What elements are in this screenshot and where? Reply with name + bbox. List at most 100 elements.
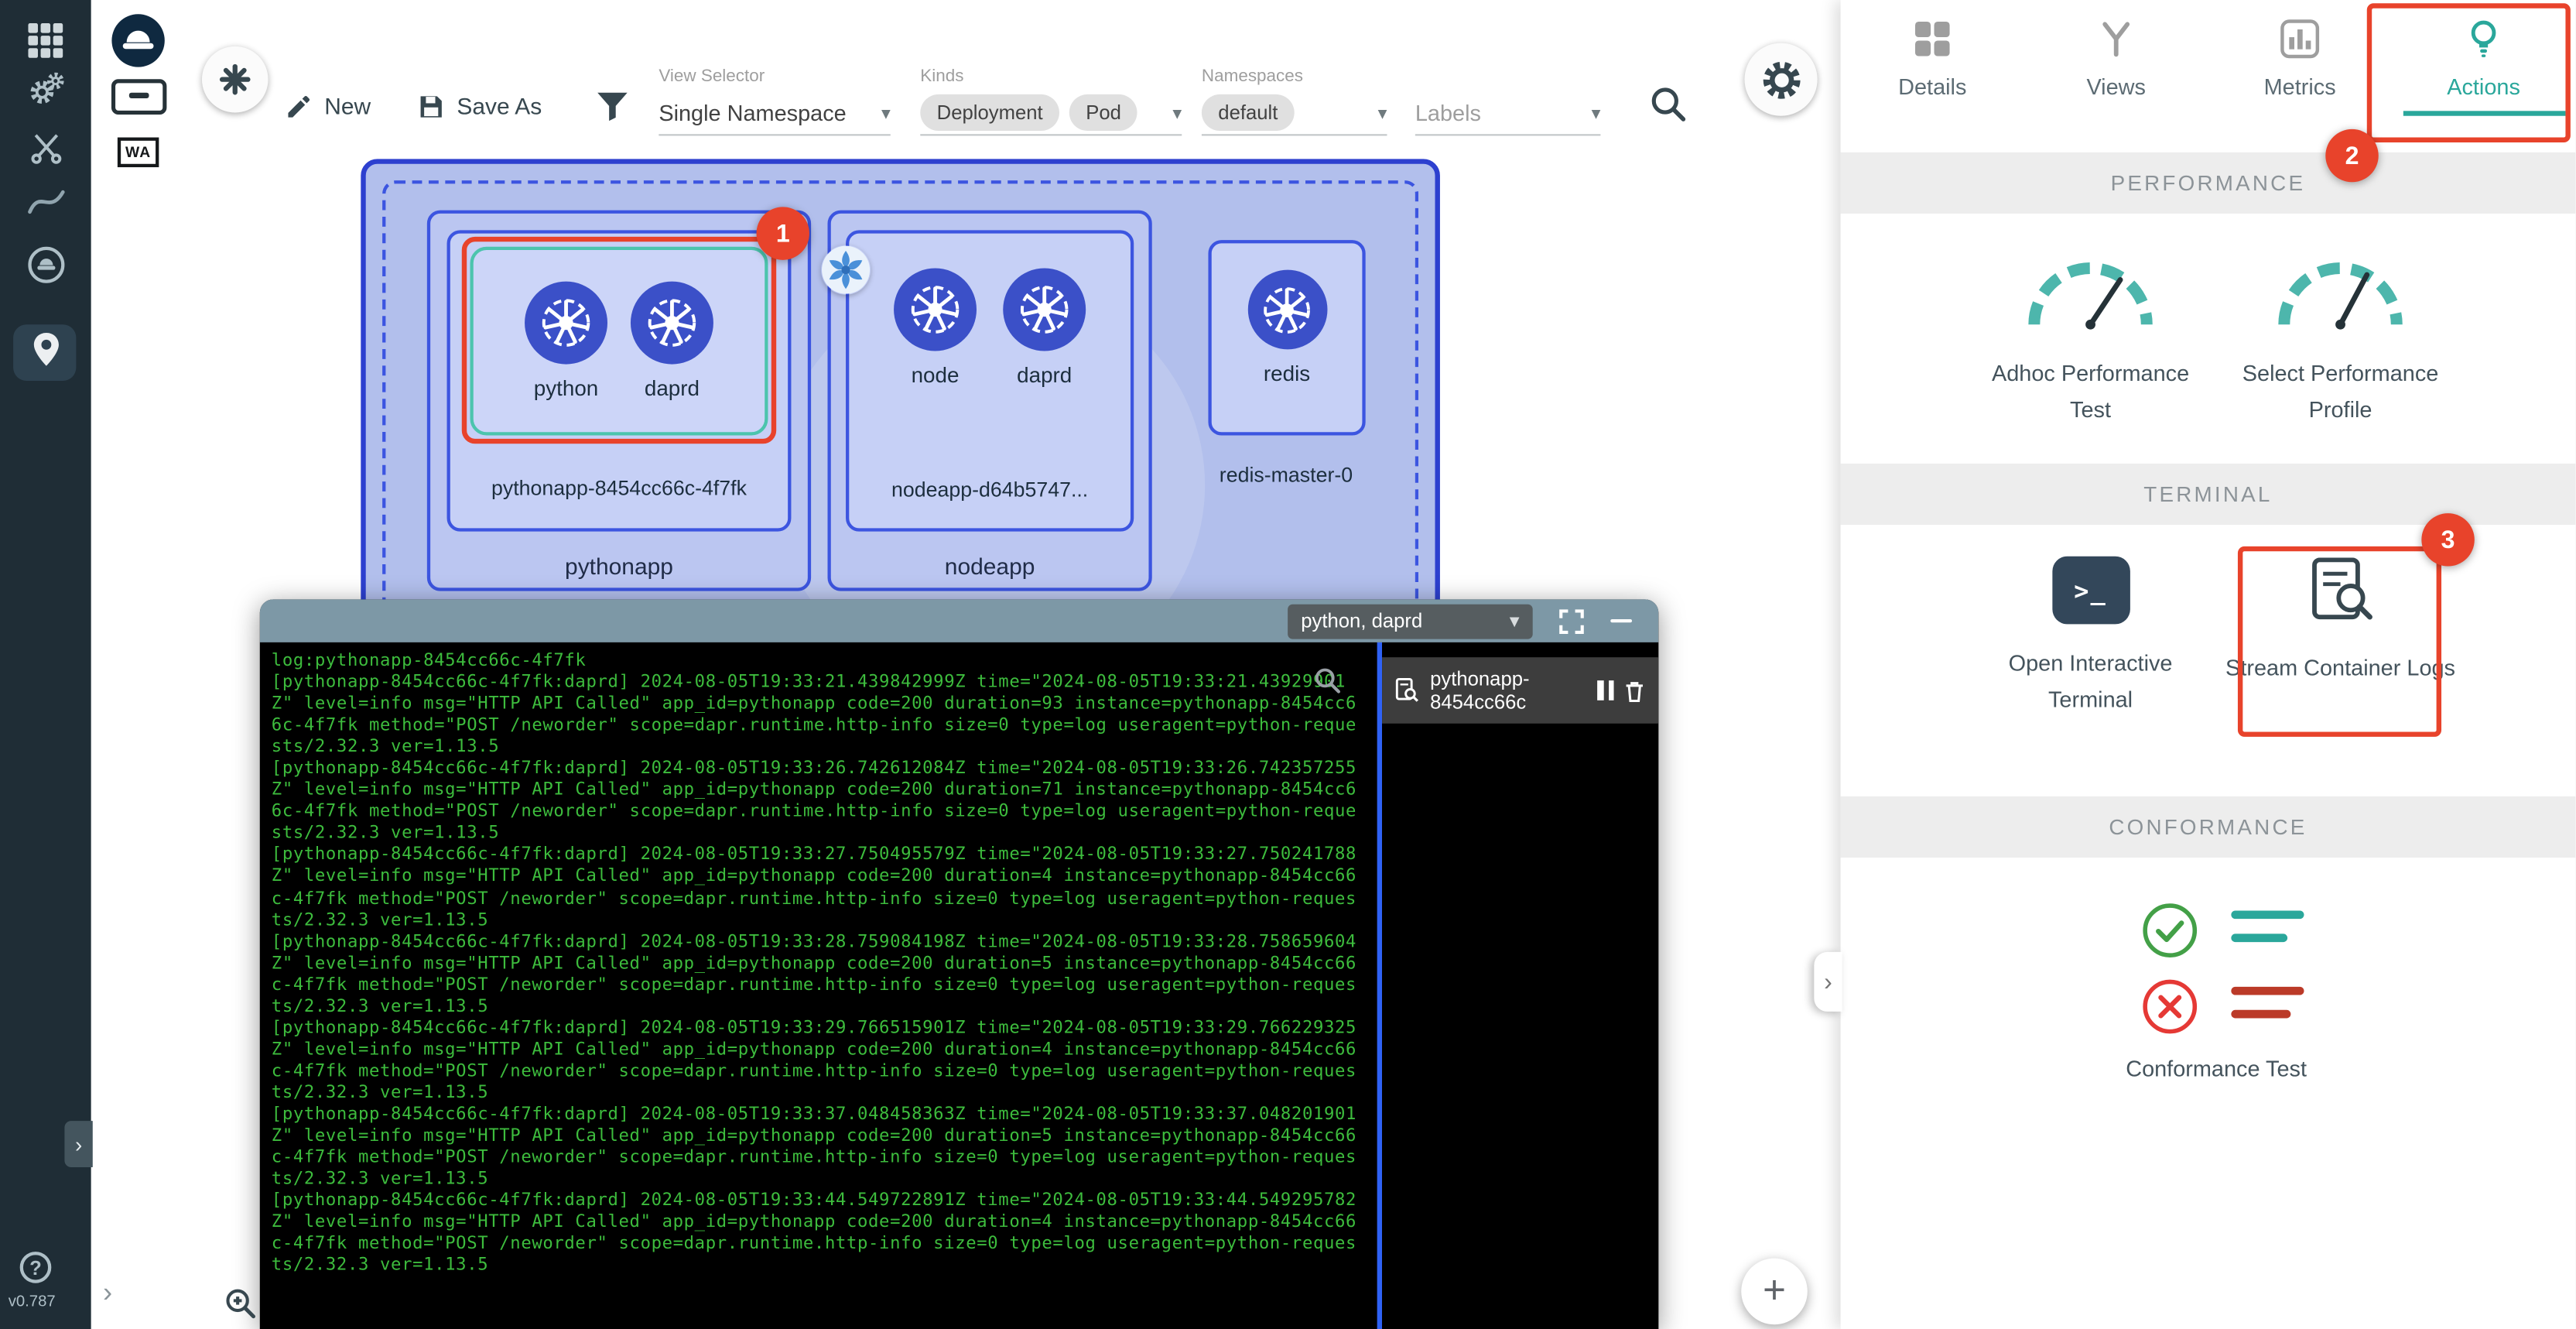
tab-label: Actions — [2447, 74, 2520, 99]
kubernetes-icon — [525, 282, 607, 365]
log-line: c-4f7fk method="POST /neworder" scope=da… — [272, 1061, 1366, 1083]
kubernetes-icon — [631, 282, 713, 365]
wa-badge: WA — [118, 138, 159, 168]
dapr-workspace-button[interactable] — [91, 13, 186, 68]
kind-chip-deployment[interactable]: Deployment — [920, 94, 1059, 131]
log-line: Z" level=info msg="HTTP API Called" app_… — [272, 1040, 1366, 1061]
caret-down-icon: ▾ — [1172, 102, 1182, 124]
tools-button[interactable] — [0, 129, 91, 166]
container-label: node — [912, 362, 960, 387]
log-line: ts/2.32.3 ver=1.13.5 — [272, 1169, 1366, 1190]
archive-workspace-button[interactable] — [91, 78, 186, 116]
gauge-icon — [2020, 248, 2162, 334]
save-as-button[interactable]: Save As — [417, 86, 542, 125]
zoom-in-icon[interactable] — [224, 1286, 258, 1321]
help-button[interactable]: ? — [20, 1252, 52, 1283]
chevron-right-icon: › — [1824, 968, 1832, 995]
lightbulb-icon — [2463, 19, 2504, 60]
container-select-value: python, daprd — [1301, 609, 1422, 632]
kind-chip-pod[interactable]: Pod — [1069, 94, 1137, 131]
kinds-dropdown[interactable]: Kinds Deployment Pod ▾ — [920, 67, 1182, 136]
dapr-sidecar-icon[interactable] — [821, 245, 871, 295]
rail-expand-button[interactable]: › — [64, 1121, 92, 1167]
labels-dropdown[interactable]: Labels ▾ — [1415, 67, 1601, 136]
pod-name-pythonapp: pythonapp-8454cc66c-4f7fk — [447, 477, 792, 500]
select-performance-action[interactable]: Select Performance Profile — [2216, 248, 2465, 429]
namespaces-dropdown[interactable]: Namespaces default ▾ — [1202, 67, 1387, 136]
namespace-chip-default[interactable]: default — [1202, 94, 1295, 131]
chevron-right-icon: › — [103, 1276, 112, 1310]
labels-spacer — [1415, 67, 1601, 87]
archive-box-icon — [110, 78, 166, 116]
log-stream-panel: pythonapp-8454cc66c — [1382, 642, 1658, 1329]
container-select-dropdown[interactable]: python, daprd ▾ — [1288, 604, 1533, 639]
log-line: [pythonapp-8454cc66c-4f7fk:daprd] 2024-0… — [272, 845, 1366, 867]
workspace-expand-button[interactable]: › — [91, 1276, 125, 1310]
log-line: ts/2.32.3 ver=1.13.5 — [272, 1083, 1366, 1105]
pause-icon[interactable] — [1598, 680, 1614, 700]
log-output[interactable]: log:pythonapp-8454cc66c-4f7fk[pythonapp-… — [260, 642, 1377, 1329]
log-line: [pythonapp-8454cc66c-4f7fk:daprd] 2024-0… — [272, 1018, 1366, 1040]
view-selector-dropdown[interactable]: View Selector Single Namespace ▾ — [659, 67, 890, 136]
containers-nodeapp: node daprd — [846, 269, 1134, 388]
layout-settings-button[interactable] — [202, 46, 269, 113]
topology-button[interactable] — [0, 330, 91, 369]
adhoc-performance-action[interactable]: Adhoc Performance Test — [1966, 248, 2215, 429]
tab-views[interactable]: Views — [2024, 0, 2208, 149]
containers-pythonapp[interactable]: python daprd — [470, 247, 768, 436]
container-label: daprd — [645, 376, 700, 401]
metrics-chart-icon — [2279, 19, 2320, 60]
stream-container-logs-action[interactable]: Stream Container Logs — [2216, 553, 2465, 687]
fullscreen-icon[interactable] — [1559, 608, 1584, 633]
namespaces-label: Namespaces — [1202, 67, 1387, 87]
search-icon — [1648, 84, 1688, 124]
tab-metrics[interactable]: Metrics — [2208, 0, 2391, 149]
new-button[interactable]: New — [285, 86, 371, 125]
trash-icon[interactable] — [1622, 678, 1647, 703]
panel-tabs: Details Views Metrics Actions — [1841, 0, 2576, 149]
search-button[interactable] — [1648, 84, 1688, 124]
log-line: Z" level=info msg="HTTP API Called" app_… — [272, 780, 1366, 802]
log-line: c-4f7fk method="POST /neworder" scope=da… — [272, 1234, 1366, 1255]
prompt-glyph: >_ — [2074, 575, 2107, 605]
minimize-icon[interactable] — [1610, 618, 1632, 623]
container-redis[interactable]: redis — [1212, 270, 1363, 386]
right-panel: Details Views Metrics Actions PERFORMANC… — [1841, 0, 2576, 1329]
conformance-test-action[interactable]: Conformance Test — [2084, 1057, 2349, 1081]
conformance-pass-icon — [2142, 903, 2198, 959]
wa-workspace-button[interactable]: WA — [91, 138, 186, 168]
kubernetes-icon — [1247, 270, 1327, 350]
funnel-icon — [593, 86, 632, 125]
open-interactive-terminal-action[interactable]: >_ Open Interactive Terminal — [1966, 557, 2215, 719]
menu-grid-button[interactable] — [0, 22, 91, 60]
container-daprd[interactable]: daprd — [631, 282, 713, 401]
panel-collapse-handle[interactable]: › — [1814, 952, 1842, 1012]
filter-button[interactable] — [593, 86, 632, 125]
conformance-fail-icon — [2142, 978, 2198, 1035]
app-root: pythonapp python daprd pythonapp-8454cc6… — [0, 0, 2575, 1329]
container-daprd[interactable]: daprd — [1003, 269, 1086, 388]
dapr-rail-button[interactable] — [0, 245, 91, 285]
traces-button[interactable] — [0, 182, 91, 221]
pod-redis[interactable]: redis — [1208, 240, 1365, 435]
section-terminal: TERMINAL — [1841, 464, 2576, 525]
log-line: [pythonapp-8454cc66c-4f7fk:daprd] 2024-0… — [272, 1105, 1366, 1126]
log-line: Z" level=info msg="HTTP API Called" app_… — [272, 1212, 1366, 1234]
details-grid-icon — [1912, 19, 1953, 60]
container-python[interactable]: python — [525, 282, 607, 401]
fail-line-long — [2231, 987, 2304, 995]
tab-actions[interactable]: Actions — [2392, 0, 2575, 149]
add-button[interactable]: + — [1741, 1259, 1808, 1325]
components-button[interactable] — [0, 70, 91, 109]
log-line: [pythonapp-8454cc66c-4f7fk:daprd] 2024-0… — [272, 673, 1366, 694]
container-node[interactable]: node — [894, 269, 977, 388]
deployment-label: nodeapp — [831, 553, 1149, 579]
log-search-icon[interactable] — [1312, 666, 1343, 696]
save-icon — [417, 92, 445, 120]
settings-button[interactable] — [1745, 43, 1818, 116]
tab-details[interactable]: Details — [1841, 0, 2024, 149]
caret-down-icon: ▾ — [881, 102, 891, 124]
pod-name-nodeapp: nodeapp-d64b5747... — [846, 478, 1134, 502]
action-label: Adhoc Performance Test — [1975, 356, 2206, 429]
labels-placeholder: Labels — [1415, 100, 1481, 125]
